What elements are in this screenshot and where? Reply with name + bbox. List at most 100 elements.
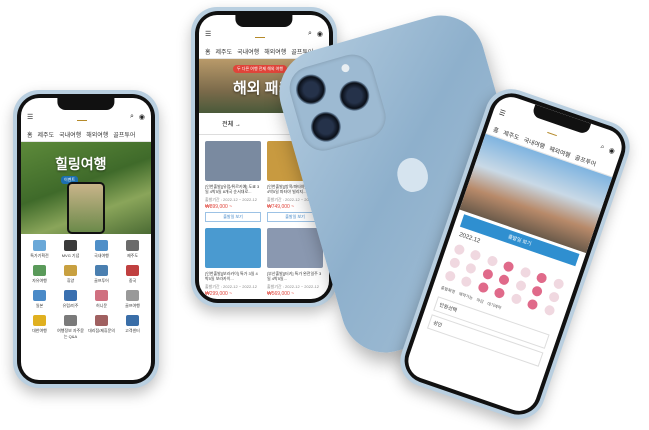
calendar-day[interactable] [542,303,556,317]
logo [76,114,87,121]
calendar-day[interactable] [551,277,565,291]
category-label: 고객센터 [125,328,140,333]
calendar-day[interactable] [497,273,511,287]
category-item[interactable]: 국내여행 [87,240,116,259]
calendar-day[interactable] [453,243,466,257]
category-label: 자유여행 [32,278,47,283]
camera-lens [307,108,345,146]
legend-item: 대기예약 [486,300,503,311]
search-icon[interactable]: ⌕ [599,143,605,152]
category-icon [126,265,139,276]
logo [546,125,559,136]
category-label: 국내여행 [94,253,109,258]
category-item[interactable]: 일본 [25,290,54,309]
nav-item[interactable]: 해외여행 [86,130,108,139]
category-label: 중국 [128,278,137,283]
nav-item[interactable]: 제주도 [38,130,55,139]
tab-all[interactable]: 전체 → [199,113,264,134]
category-item[interactable]: MVG 기념 [56,240,85,259]
card-image [205,141,261,181]
menu-icon[interactable]: ☰ [205,30,211,38]
card-image [205,228,261,268]
category-item[interactable]: 골프투어 [87,265,116,284]
package-card[interactable]: [인천출발][보라카이] 특가 3일 4박5일 보라카이... 출발기간 : 20… [205,228,261,299]
card-date: 출발기간 : 2022-12 ~ 2022-12 [205,284,257,289]
category-item[interactable]: 자유여행 [25,265,54,284]
category-item[interactable]: 허니문 [87,290,116,309]
category-icon [33,290,46,301]
hero-badge: 두 다른 여행 전제 해외 여행 [233,65,288,73]
hero-banner[interactable]: 힐링여행 이벤트 [21,142,151,234]
calendar-day[interactable] [481,267,495,281]
calendar-day[interactable] [443,269,457,283]
calendar-day[interactable] [526,298,540,311]
nav-item[interactable]: 홈 [27,130,33,139]
category-label: 유럽/미주 [62,303,79,308]
card-date: 출발기간 : 2022-12 ~ 2022-12 [205,197,257,202]
nav-item[interactable]: 골프투어 [113,130,135,139]
category-icon [33,315,46,326]
category-item[interactable]: 유럽/미주 [56,290,85,309]
category-label: 대한여행 [32,328,47,333]
user-icon[interactable]: ◉ [608,146,616,156]
user-icon[interactable]: ◉ [317,30,323,38]
category-icon [33,265,46,276]
user-icon[interactable]: ◉ [139,113,145,121]
camera-lens [292,70,330,109]
calendar-day[interactable] [535,271,549,285]
category-icon [33,240,46,251]
hero-photo [67,182,105,234]
legend-item: 출발확정 [440,284,456,295]
calendar-day[interactable] [518,265,532,279]
calendar-day[interactable] [469,248,483,262]
calendar-day[interactable] [547,290,561,304]
category-item[interactable]: 특가기획전 [25,240,54,259]
search-icon[interactable]: ⌕ [308,30,312,38]
category-label: 대리점/제휴문의 [88,328,115,333]
nav-item[interactable]: 제주도 [216,47,233,56]
category-icon [64,240,77,251]
legend-item: 예약가능 [458,291,474,301]
calendar-day[interactable] [530,284,544,298]
package-card[interactable]: [인천출발][유럽/튀르키예] 도쿄 3일 4박5일 8개국 순서대로... 출발… [205,141,261,222]
package-card[interactable]: [부산출발][터키] 특가 완전일주 3일 4박5일... 출발기간 : 2022… [267,228,323,299]
category-item[interactable]: 골프여행 [118,290,147,309]
calendar-day[interactable] [485,254,499,268]
category-label: 골프여행 [125,303,140,308]
calendar-day[interactable] [448,256,462,270]
logo [254,31,265,38]
category-item[interactable]: 대리점/제휴문의 [87,315,116,340]
category-item[interactable]: 제주도 [118,240,147,259]
calendar-day[interactable] [476,281,490,294]
category-item[interactable]: 중국 [118,265,147,284]
search-icon[interactable]: ⌕ [130,113,134,121]
menu-icon[interactable]: ☰ [27,113,33,121]
calendar-day[interactable] [493,286,507,300]
menu-icon[interactable]: ☰ [498,108,507,118]
camera-module [284,49,391,156]
category-icon [64,290,77,301]
flash [340,63,351,74]
category-icon [64,315,77,326]
category-icon [95,265,108,276]
category-grid: 특가기획전 MVG 기념 국내여행 제주도자유여행 휴양 골프투어 중국일본 유럽/미주 허니문… [21,234,151,346]
category-item[interactable]: 대한여행 [25,315,54,340]
card-button[interactable]: 출발일 보기 [205,212,261,222]
notch [57,98,115,110]
category-label: 특가기획전 [30,253,49,258]
nav-item[interactable]: 국내여행 [59,130,81,139]
nav-item[interactable]: 홈 [492,124,500,134]
calendar-day[interactable] [509,292,523,306]
calendar-day[interactable] [464,262,478,275]
nav-item[interactable]: 국내여행 [237,47,259,56]
calendar-day[interactable] [460,275,474,289]
category-item[interactable]: 여행정보 자주묻는 Q&A [56,315,85,340]
apple-logo-icon [393,154,432,196]
category-item[interactable]: 고객센터 [118,315,147,340]
calendar-day[interactable] [514,279,528,292]
category-icon [126,315,139,326]
category-item[interactable]: 휴양 [56,265,85,284]
nav-item[interactable]: 해외여행 [264,47,286,56]
calendar-day[interactable] [502,260,516,274]
nav-item[interactable]: 홈 [205,47,211,56]
